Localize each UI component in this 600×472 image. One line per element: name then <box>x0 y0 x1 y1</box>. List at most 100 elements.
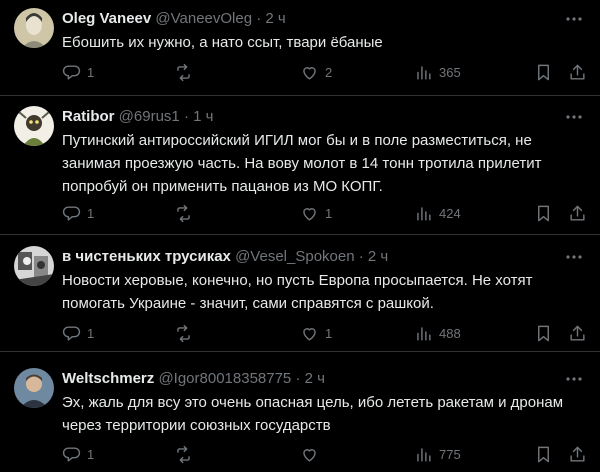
bw-photo-avatar-icon[interactable] <box>14 246 54 286</box>
tweet-text-line: занимая проезжую часть. На вову молот в … <box>62 155 542 172</box>
separator-dot: · <box>295 370 301 387</box>
reply-count: 1 <box>87 205 95 221</box>
timestamp[interactable]: 2 ч <box>265 10 285 27</box>
tweet[interactable]: Ratibor @69rus1 · 1 ч Путинский антиросс… <box>0 96 600 235</box>
views-count: 775 <box>439 446 461 462</box>
separator-dot: · <box>183 108 189 125</box>
tweet-text-line: Ебошить их нужно, а нато ссыт, твари ёба… <box>62 34 383 51</box>
portrait-avatar-icon[interactable] <box>14 8 54 48</box>
reply-button[interactable]: 1 <box>62 62 94 82</box>
like-button[interactable]: 2 <box>300 62 332 82</box>
views-button[interactable]: 365 <box>414 62 461 82</box>
heart-icon <box>303 448 316 462</box>
views-button[interactable]: 775 <box>414 444 461 464</box>
more-options-icon[interactable] <box>564 9 584 29</box>
bookmark-icon <box>538 446 549 462</box>
author-handle[interactable]: @Igor80018358775 <box>158 370 291 387</box>
views-button[interactable]: 424 <box>414 203 461 223</box>
author-name[interactable]: Weltschmerz <box>62 370 154 387</box>
retweet-button[interactable] <box>174 62 199 82</box>
like-button[interactable] <box>300 444 325 464</box>
heart-icon <box>303 207 316 221</box>
tweet-text-line: помогать Украине - значит, сами справятс… <box>62 295 434 312</box>
separator-dot: · <box>256 10 262 27</box>
tweet-text-line: Новости херовые, конечно, но пусть Европ… <box>62 272 533 289</box>
share-button[interactable] <box>568 444 587 464</box>
bookmark-icon <box>538 325 549 341</box>
tweet-header: в чистеньких трусиках @Vesel_Spokoen · 2… <box>62 247 388 267</box>
share-button[interactable] <box>568 323 587 343</box>
timestamp[interactable]: 2 ч <box>305 370 325 387</box>
bookmark-icon <box>538 205 549 221</box>
reply-icon <box>62 64 81 80</box>
author-name[interactable]: Ratibor <box>62 108 115 125</box>
like-button[interactable]: 1 <box>300 203 332 223</box>
views-chart-icon <box>417 206 431 221</box>
retweet-icon <box>177 445 190 463</box>
views-count: 365 <box>439 64 461 80</box>
more-options-icon[interactable] <box>564 369 584 389</box>
reply-feed: Oleg Vaneev @VaneevOleg · 2 ч Ебошить их… <box>0 0 600 472</box>
bookmark-button[interactable] <box>534 62 553 82</box>
reply-count: 1 <box>87 325 95 341</box>
tweet-text-line: Путинский антироссийский ИГИЛ мог бы и в… <box>62 132 532 149</box>
timestamp[interactable]: 1 ч <box>193 108 213 125</box>
tweet-actions: 1 1 488 <box>62 323 592 343</box>
tweet[interactable]: в чистеньких трусиках @Vesel_Spokoen · 2… <box>0 235 600 352</box>
retweet-icon <box>177 204 190 222</box>
bookmark-button[interactable] <box>534 203 553 223</box>
reply-button[interactable]: 1 <box>62 323 94 343</box>
bookmark-button[interactable] <box>534 444 553 464</box>
share-button[interactable] <box>568 203 587 223</box>
more-options-icon[interactable] <box>564 107 584 127</box>
share-icon <box>570 205 585 221</box>
views-button[interactable]: 488 <box>414 323 461 343</box>
like-count: 2 <box>325 64 333 80</box>
reply-button[interactable]: 1 <box>62 444 94 464</box>
heart-icon <box>303 327 316 341</box>
retweet-button[interactable] <box>174 323 199 343</box>
author-handle[interactable]: @Vesel_Spokoen <box>235 248 354 265</box>
author-handle[interactable]: @VaneevOleg <box>155 10 252 27</box>
reply-button[interactable]: 1 <box>62 203 94 223</box>
tweet-text: Новости херовые, конечно, но пусть Европ… <box>62 269 582 315</box>
retweet-button[interactable] <box>174 203 199 223</box>
tweet-actions: 1 775 <box>62 444 592 464</box>
tweet-actions: 1 1 424 <box>62 203 592 223</box>
share-button[interactable] <box>568 62 587 82</box>
retweet-icon <box>177 324 190 342</box>
character-avatar-icon[interactable] <box>14 106 54 146</box>
share-icon <box>570 325 585 341</box>
bookmark-button[interactable] <box>534 323 553 343</box>
tweet-text-line: через территории союзных государств <box>62 417 331 434</box>
author-name[interactable]: в чистеньких трусиках <box>62 248 231 265</box>
bookmark-icon <box>538 64 549 80</box>
tweet-text: Путинский антироссийский ИГИЛ мог бы и в… <box>62 129 582 198</box>
views-chart-icon <box>417 65 431 80</box>
reply-icon <box>62 205 81 221</box>
tweet[interactable]: Oleg Vaneev @VaneevOleg · 2 ч Ебошить их… <box>0 0 600 96</box>
retweet-button[interactable] <box>174 444 199 464</box>
tweet-text-line: Эх, жаль для всу это очень опасная цель,… <box>62 394 564 411</box>
views-chart-icon <box>417 447 431 462</box>
tweet-text-line: попробуй он применить пацанов из МО КОПГ… <box>62 178 383 195</box>
share-icon <box>570 64 585 80</box>
tweet-actions: 1 2 365 <box>62 62 592 82</box>
author-handle[interactable]: @69rus1 <box>119 108 180 125</box>
tweet[interactable]: Weltschmerz @Igor80018358775 · 2 ч Эх, ж… <box>0 352 600 472</box>
like-count: 1 <box>325 325 333 341</box>
separator-dot: · <box>358 248 364 265</box>
like-button[interactable]: 1 <box>300 323 332 343</box>
more-options-icon[interactable] <box>564 247 584 267</box>
tweet-header: Ratibor @69rus1 · 1 ч <box>62 107 213 127</box>
tweet-header: Oleg Vaneev @VaneevOleg · 2 ч <box>62 9 286 29</box>
views-count: 488 <box>439 325 461 341</box>
author-name[interactable]: Oleg Vaneev <box>62 10 151 27</box>
person-avatar-icon[interactable] <box>14 368 54 408</box>
reply-icon <box>62 325 81 341</box>
reply-count: 1 <box>87 64 95 80</box>
heart-icon <box>303 66 316 80</box>
timestamp[interactable]: 2 ч <box>368 248 388 265</box>
tweet-text: Эх, жаль для всу это очень опасная цель,… <box>62 391 582 437</box>
like-count: 1 <box>325 205 333 221</box>
